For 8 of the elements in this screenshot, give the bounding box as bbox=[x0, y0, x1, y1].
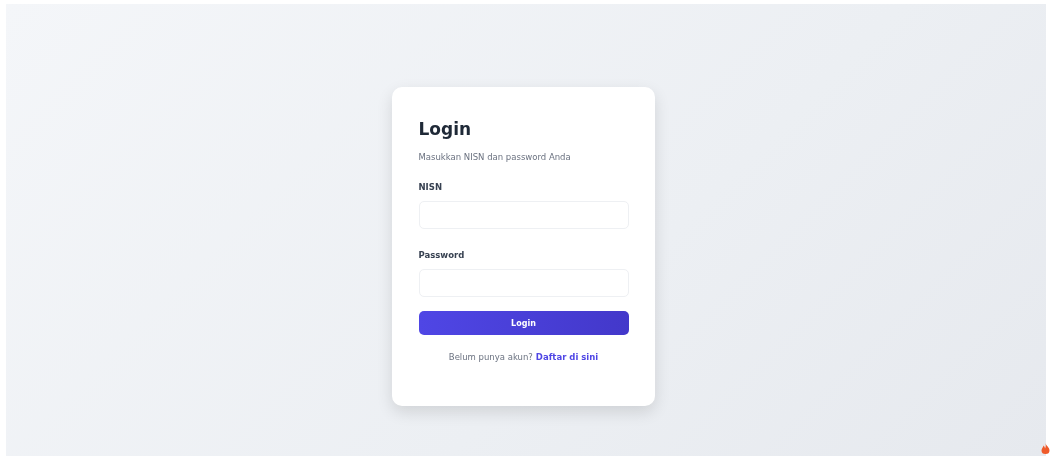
signup-prompt: Belum punya akun? bbox=[448, 352, 533, 362]
field-label: NISN bbox=[418, 182, 443, 192]
login-subtitle: Masukkan NISN dan password Anda bbox=[418, 152, 572, 162]
login-button[interactable]: Login bbox=[418, 311, 629, 335]
flame-icon bbox=[1041, 443, 1050, 454]
login-title: Login bbox=[418, 119, 473, 139]
field-label: Password bbox=[418, 250, 466, 260]
signup-link[interactable]: Daftar di sini bbox=[535, 352, 599, 362]
